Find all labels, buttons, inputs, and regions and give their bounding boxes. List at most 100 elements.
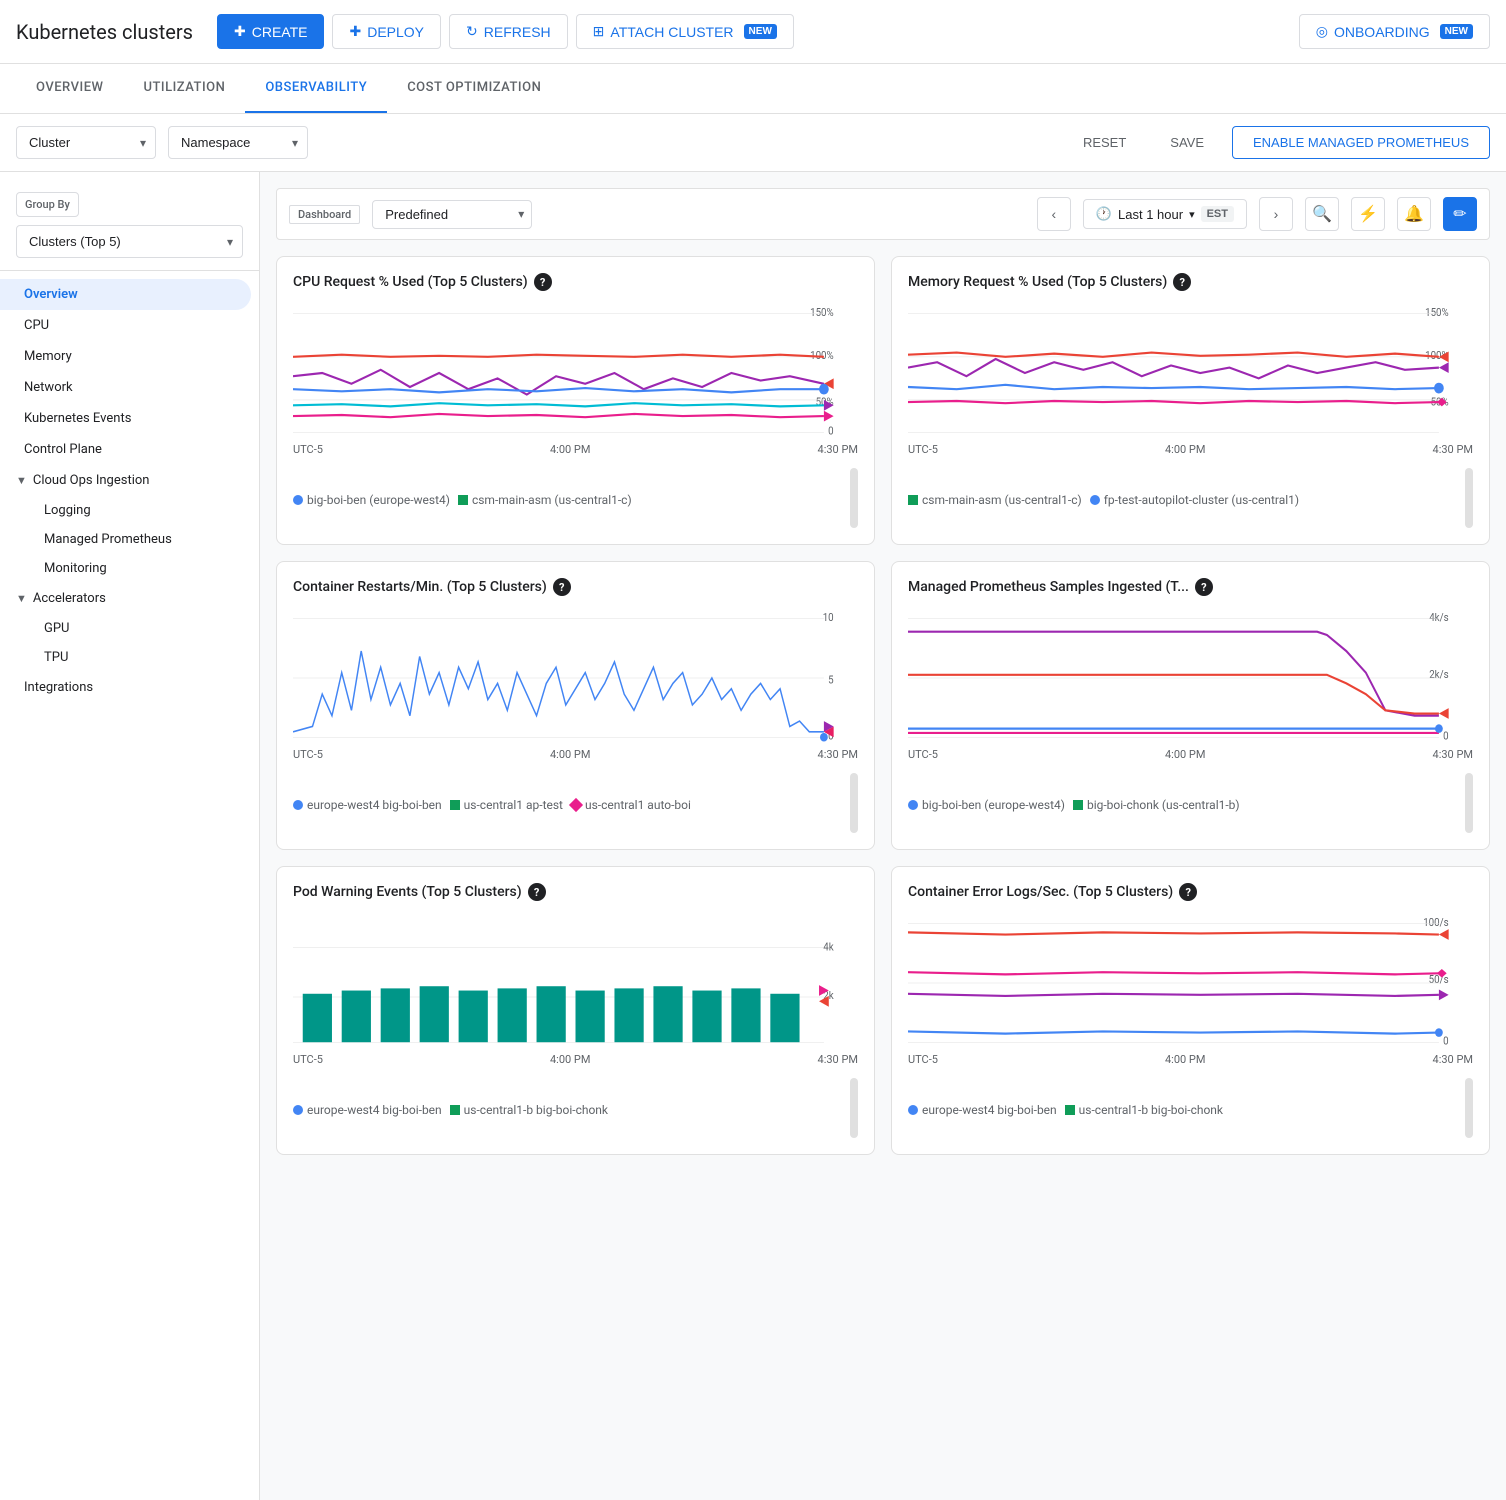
- tab-cost-optimization[interactable]: COST OPTIMIZATION: [387, 64, 561, 113]
- chart-scrollbar[interactable]: [850, 468, 858, 528]
- prom-legend-item-1: big-boi-ben (europe-west4): [908, 798, 1065, 812]
- prometheus-legend: big-boi-ben (europe-west4) big-boi-chonk…: [908, 798, 1240, 812]
- tab-overview[interactable]: OVERVIEW: [16, 64, 123, 113]
- header: Kubernetes clusters ✚ CREATE ✚ DEPLOY ↻ …: [0, 0, 1506, 64]
- time-range-button[interactable]: 🕐 Last 1 hour ▾ EST: [1083, 199, 1247, 229]
- enable-managed-prometheus-button[interactable]: ENABLE MANAGED PROMETHEUS: [1232, 126, 1490, 159]
- prom-dot-blue: [908, 800, 918, 810]
- compare-icon-button[interactable]: ⚡: [1351, 197, 1385, 231]
- sidebar-item-cloud-ops-ingestion[interactable]: ▼ Cloud Ops Ingestion: [0, 465, 259, 496]
- cluster-select[interactable]: Cluster: [16, 126, 156, 159]
- attach-cluster-button[interactable]: ⊞ ATTACH CLUSTER NEW: [576, 14, 794, 49]
- create-button[interactable]: ✚ CREATE: [217, 14, 324, 49]
- chart-prometheus-title: Managed Prometheus Samples Ingested (T..…: [908, 578, 1473, 596]
- error-logs-chart-svg: 100/s 50/s 0: [908, 913, 1473, 1053]
- pod-legend-item-2: us-central1-b big-boi-chonk: [450, 1103, 608, 1117]
- sidebar-item-monitoring[interactable]: Monitoring: [0, 554, 259, 583]
- sidebar-item-logging[interactable]: Logging: [0, 496, 259, 525]
- restarts-chart-scrollbar[interactable]: [850, 773, 858, 833]
- svg-text:10: 10: [823, 610, 834, 624]
- group-by-select[interactable]: Clusters (Top 5): [16, 225, 243, 258]
- group-by-section: Group By Clusters (Top 5) ▾: [0, 184, 259, 271]
- chart-error-logs: Container Error Logs/Sec. (Top 5 Cluster…: [891, 866, 1490, 1155]
- save-button[interactable]: SAVE: [1154, 127, 1220, 158]
- plus-icon: ✚: [234, 23, 246, 40]
- pod-warning-scrollbar[interactable]: [850, 1078, 858, 1138]
- onboarding-button[interactable]: ◎ ONBOARDING NEW: [1299, 14, 1490, 49]
- pod-warning-legend: europe-west4 big-boi-ben us-central1-b b…: [293, 1103, 608, 1117]
- cpu-chart-area: 150% 100% 50% 0: [293, 303, 858, 443]
- restarts-chart-area: 10 5 0: [293, 608, 858, 748]
- mem-legend-item-2: fp-test-autopilot-cluster (us-central1): [1090, 493, 1299, 507]
- sidebar-item-overview[interactable]: Overview: [0, 279, 251, 310]
- sidebar-item-accelerators[interactable]: ▼ Accelerators: [0, 583, 259, 614]
- restarts-square-green: [450, 800, 460, 810]
- svg-text:4k/s: 4k/s: [1429, 610, 1448, 624]
- deploy-button[interactable]: ✚ DEPLOY: [332, 14, 441, 49]
- pod-warning-chart-svg: 4k 2k: [293, 913, 858, 1053]
- dashboard-select[interactable]: Predefined: [372, 200, 532, 229]
- chart-container-restarts: Container Restarts/Min. (Top 5 Clusters)…: [276, 561, 875, 850]
- sidebar-item-tpu[interactable]: TPU: [0, 643, 259, 672]
- edit-button[interactable]: ✏: [1443, 197, 1477, 231]
- main-content: Group By Clusters (Top 5) ▾ Overview CPU…: [0, 172, 1506, 1500]
- chart-cpu-title: CPU Request % Used (Top 5 Clusters) ?: [293, 273, 858, 291]
- chart-pod-warning: Pod Warning Events (Top 5 Clusters) ? 4k…: [276, 866, 875, 1155]
- restarts-chart-svg: 10 5 0: [293, 608, 858, 748]
- prometheus-chart-scrollbar[interactable]: [1465, 773, 1473, 833]
- pod-warning-help-icon[interactable]: ?: [528, 883, 546, 901]
- svg-text:5: 5: [828, 673, 834, 687]
- sidebar-item-cpu[interactable]: CPU: [0, 310, 251, 341]
- error-logs-scrollbar[interactable]: [1465, 1078, 1473, 1138]
- chart-memory-request: Memory Request % Used (Top 5 Clusters) ?…: [891, 256, 1490, 545]
- time-chevron-icon: ▾: [1189, 208, 1195, 221]
- error-logs-help-icon[interactable]: ?: [1179, 883, 1197, 901]
- legend-dot-blue: [293, 495, 303, 505]
- memory-help-icon[interactable]: ?: [1173, 273, 1191, 291]
- error-dot-blue: [908, 1105, 918, 1115]
- search-button[interactable]: 🔍: [1305, 197, 1339, 231]
- svg-text:4k: 4k: [823, 940, 834, 954]
- sidebar-item-gpu[interactable]: GPU: [0, 614, 259, 643]
- sidebar-item-kubernetes-events[interactable]: Kubernetes Events: [0, 403, 251, 434]
- restarts-legend-item-2: us-central1 ap-test: [450, 798, 563, 812]
- onboarding-new-badge: NEW: [1440, 24, 1473, 39]
- accelerators-chevron-icon: ▼: [16, 592, 27, 605]
- dashboard-controls: Dashboard Predefined ▾ ‹ 🕐 Last 1 hour ▾…: [276, 188, 1490, 240]
- memory-chart-svg: 150% 100% 50%: [908, 303, 1473, 443]
- tab-utilization[interactable]: UTILIZATION: [123, 64, 245, 113]
- time-forward-button[interactable]: ›: [1259, 197, 1293, 231]
- legend-item-2: csm-main-asm (us-central1-c): [458, 493, 632, 507]
- chart-error-logs-title: Container Error Logs/Sec. (Top 5 Cluster…: [908, 883, 1473, 901]
- mem-legend-item-1: csm-main-asm (us-central1-c): [908, 493, 1082, 507]
- restarts-help-icon[interactable]: ?: [553, 578, 571, 596]
- alert-button[interactable]: 🔔: [1397, 197, 1431, 231]
- svg-text:0: 0: [1443, 729, 1449, 743]
- namespace-select[interactable]: Namespace: [168, 126, 308, 159]
- sidebar-item-control-plane[interactable]: Control Plane: [0, 434, 251, 465]
- page-title: Kubernetes clusters: [16, 20, 193, 44]
- time-back-button[interactable]: ‹: [1037, 197, 1071, 231]
- refresh-button[interactable]: ↻ REFRESH: [449, 14, 568, 49]
- namespace-select-wrapper: Namespace ▾: [168, 126, 308, 159]
- sidebar-item-integrations[interactable]: Integrations: [0, 672, 251, 703]
- pod-legend-item-1: europe-west4 big-boi-ben: [293, 1103, 442, 1117]
- attach-new-badge: NEW: [744, 24, 777, 39]
- chart-restarts-title: Container Restarts/Min. (Top 5 Clusters)…: [293, 578, 858, 596]
- svg-text:100/s: 100/s: [1423, 915, 1448, 929]
- svg-text:0: 0: [1443, 1034, 1449, 1048]
- sidebar-item-network[interactable]: Network: [0, 372, 251, 403]
- sidebar-item-memory[interactable]: Memory: [0, 341, 251, 372]
- reset-button[interactable]: RESET: [1067, 127, 1142, 158]
- cpu-help-icon[interactable]: ?: [534, 273, 552, 291]
- error-logs-legend: europe-west4 big-boi-ben us-central1-b b…: [908, 1103, 1223, 1117]
- prometheus-help-icon[interactable]: ?: [1195, 578, 1213, 596]
- tab-observability[interactable]: OBSERVABILITY: [245, 64, 387, 113]
- memory-chart-scrollbar[interactable]: [1465, 468, 1473, 528]
- cpu-x-labels: UTC-5 4:00 PM 4:30 PM: [293, 443, 858, 456]
- sidebar-item-managed-prometheus[interactable]: Managed Prometheus: [0, 525, 259, 554]
- pod-square-green: [450, 1105, 460, 1115]
- dashboard-select-wrapper: Predefined ▾: [372, 200, 532, 229]
- cpu-legend: big-boi-ben (europe-west4) csm-main-asm …: [293, 493, 632, 507]
- dashboard-area: Dashboard Predefined ▾ ‹ 🕐 Last 1 hour ▾…: [260, 172, 1506, 1500]
